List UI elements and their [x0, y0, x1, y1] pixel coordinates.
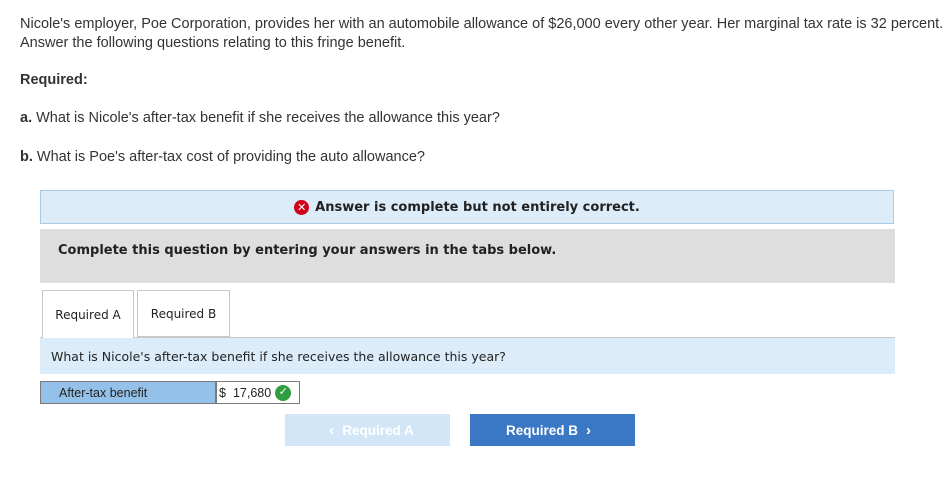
- answer-value: 17,680: [232, 385, 272, 400]
- answer-row-label: After-tax benefit: [40, 381, 216, 404]
- tab-required-a[interactable]: Required A: [42, 290, 134, 338]
- instructions-panel: Complete this question by entering your …: [40, 229, 895, 283]
- question-a-letter: a.: [20, 110, 33, 126]
- chevron-left-icon: ‹: [329, 421, 335, 439]
- row-label-text: After-tax benefit: [59, 385, 148, 400]
- question-a: a. What is Nicole's after-tax benefit if…: [20, 110, 500, 126]
- question-b-letter: b.: [20, 149, 33, 165]
- check-circle-icon: ✓: [275, 384, 292, 401]
- after-tax-benefit-input[interactable]: $ 17,680 ✓: [216, 381, 300, 404]
- tab-required-b[interactable]: Required B: [137, 290, 230, 337]
- prev-button: ‹ Required A: [285, 414, 450, 446]
- tab-question-bar: What is Nicole's after-tax benefit if sh…: [40, 338, 895, 374]
- problem-intro: Nicole's employer, Poe Corporation, prov…: [20, 16, 944, 51]
- tab-question-text: What is Nicole's after-tax benefit if sh…: [51, 348, 506, 364]
- next-button-label: Required B: [505, 422, 578, 438]
- question-b-text: What is Poe's after-tax cost of providin…: [36, 149, 425, 165]
- required-heading: Required:: [20, 72, 88, 88]
- prev-button-label: Required A: [342, 422, 414, 438]
- question-b: b. What is Poe's after-tax cost of provi…: [20, 149, 425, 165]
- currency-symbol: $: [219, 385, 226, 400]
- status-message: Answer is complete but not entirely corr…: [315, 199, 640, 215]
- question-a-text: What is Nicole's after-tax benefit if sh…: [36, 110, 500, 126]
- instructions-text: Complete this question by entering your …: [58, 243, 557, 258]
- x-circle-icon: ✕: [294, 199, 310, 215]
- next-button[interactable]: Required B ›: [470, 414, 635, 446]
- chevron-right-icon: ›: [586, 421, 591, 439]
- answer-status-banner: ✕ Answer is complete but not entirely co…: [40, 190, 894, 224]
